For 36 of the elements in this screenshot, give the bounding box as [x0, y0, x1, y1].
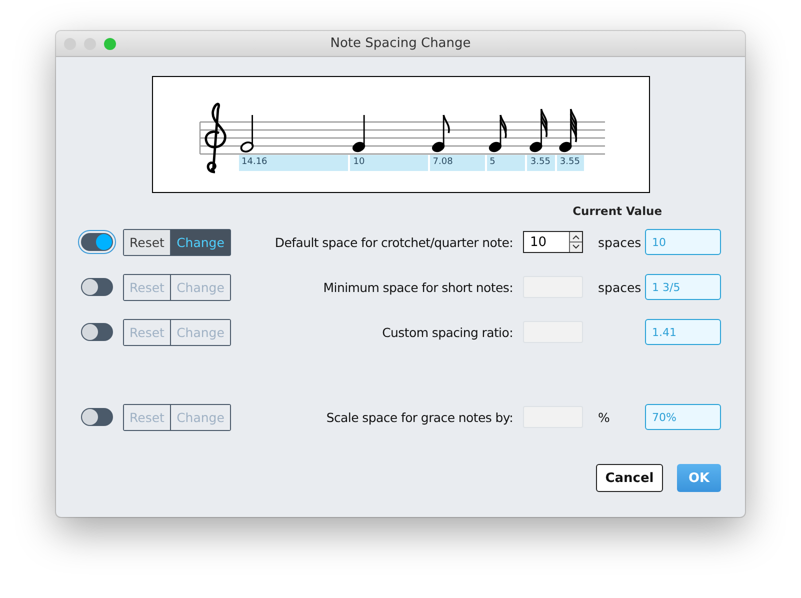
cancel-button[interactable]: Cancel — [596, 464, 663, 492]
column-header: Current Value — [572, 204, 662, 220]
ok-button[interactable]: OK — [677, 464, 721, 492]
unit-label: % — [597, 410, 611, 424]
spacing-value: 5 — [486, 155, 526, 171]
spacing-value: 7.08 — [430, 155, 485, 171]
minimize-button[interactable] — [84, 38, 96, 50]
note-icon — [432, 114, 450, 152]
current-value-field: 1 3/5 — [645, 274, 721, 300]
note-icon — [529, 108, 548, 152]
zoom-button[interactable] — [104, 38, 116, 50]
spacing-value: 14.16 — [238, 155, 348, 171]
change-button[interactable]: Change — [170, 230, 230, 254]
field-label: Scale space for grace notes by: — [325, 410, 514, 424]
spinner-value: 10 — [530, 234, 547, 250]
unit-label: spaces — [597, 280, 642, 294]
note-icon — [558, 108, 577, 152]
current-value-field: 70% — [645, 404, 721, 430]
note-icon — [488, 114, 506, 152]
note-icon — [240, 115, 254, 152]
reset-button[interactable]: Reset — [124, 230, 170, 254]
unit-label: spaces — [597, 234, 642, 250]
spacing-value: 3.55 — [527, 155, 555, 171]
stepper-icon[interactable] — [569, 232, 582, 252]
spacing-value: 10 — [350, 155, 428, 171]
current-value-field: 10 — [645, 229, 721, 255]
field-label: Custom spacing ratio: — [381, 324, 514, 340]
number-spinner[interactable]: 10 — [523, 231, 583, 253]
window-title: Note Spacing Change — [329, 36, 472, 51]
toggle-switch[interactable] — [81, 233, 113, 251]
current-value-field: 1.41 — [645, 319, 721, 345]
field-label: Minimum space for short notes: — [322, 280, 514, 294]
close-button[interactable] — [64, 38, 76, 50]
spacing-value: 3.55 — [556, 155, 584, 171]
note-icon — [352, 115, 365, 152]
field-label: Default space for crotchet/quarter note: — [274, 234, 514, 250]
